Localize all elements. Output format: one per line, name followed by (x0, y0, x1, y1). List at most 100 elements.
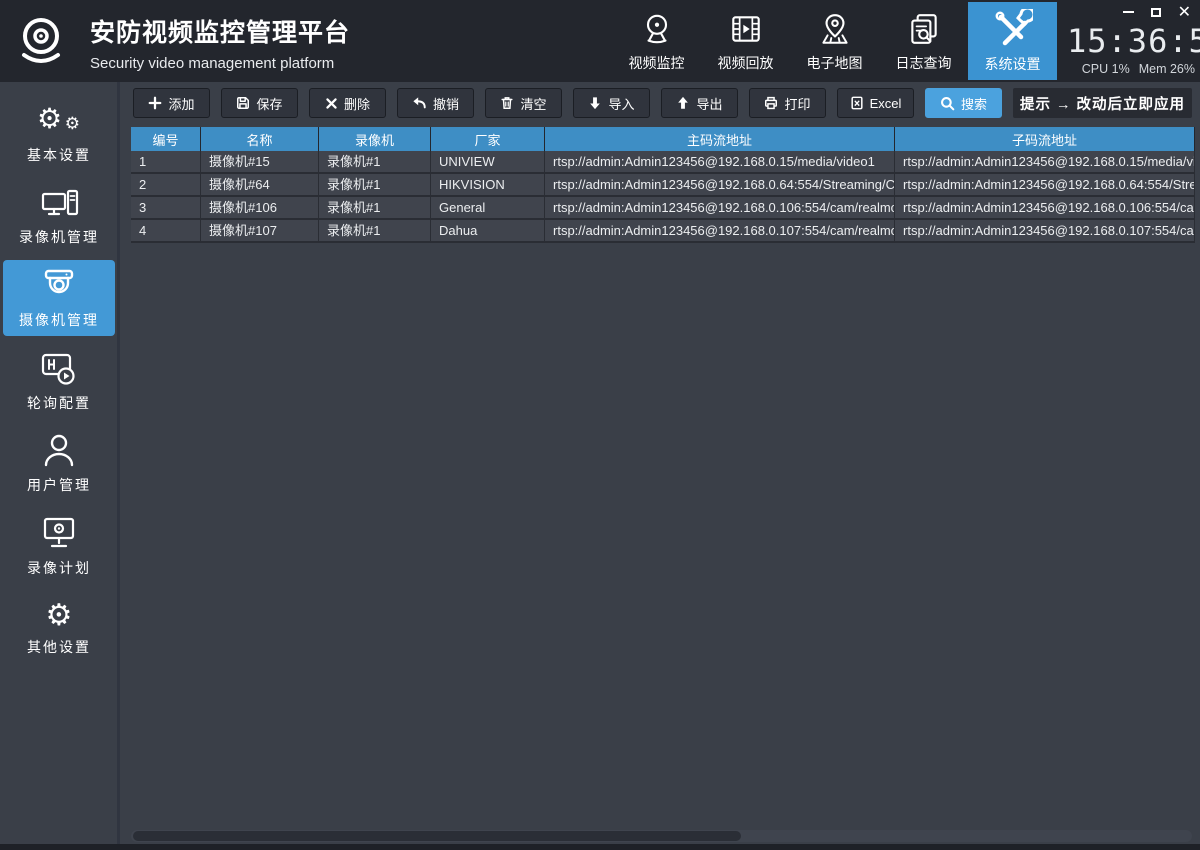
tools-icon (993, 9, 1033, 49)
cell-sub-stream[interactable]: rtsp://admin:Admin123456@192.168.0.107:5… (895, 220, 1195, 241)
page-title: 安防视频监控管理平台 (90, 13, 350, 49)
sidebar: ⚙⚙ 基本设置 录像机管理 摄像机管理 (0, 82, 120, 844)
cell-name[interactable]: 摄像机#15 (201, 151, 319, 172)
cell-id[interactable]: 4 (131, 220, 201, 241)
sidebar-item-user-management[interactable]: 用户管理 (3, 425, 115, 501)
print-icon (764, 96, 778, 110)
sidebar-item-label: 录像机管理 (19, 227, 99, 247)
sidebar-item-camera-management[interactable]: 摄像机管理 (3, 260, 115, 336)
cell-recorder[interactable]: 录像机#1 (319, 197, 431, 218)
print-button[interactable]: 打印 (749, 88, 826, 118)
apply-hint: 提示 → 改动后立即应用 (1013, 88, 1192, 118)
sidebar-item-record-plan[interactable]: 录像计划 (3, 508, 115, 584)
recorder-icon (38, 186, 80, 222)
main-content: 添加 保存 删除 撤销 清空 导入 (123, 82, 1200, 844)
excel-icon (850, 96, 864, 110)
col-header-sub-stream: 子码流地址 (895, 127, 1195, 151)
table-header-row: 编号 名称 录像机 厂家 主码流地址 子码流地址 (131, 127, 1195, 151)
minimize-icon[interactable] (1123, 11, 1134, 13)
nav-item-log-query[interactable]: 日志查询 (879, 2, 968, 80)
cell-main-stream[interactable]: rtsp://admin:Admin123456@192.168.0.106:5… (545, 197, 895, 218)
scrollbar-thumb[interactable] (133, 831, 741, 841)
cell-vendor[interactable]: HIKVISION (431, 174, 545, 195)
nav-item-video-monitor[interactable]: 视频监控 (612, 2, 701, 80)
export-button[interactable]: 导出 (661, 88, 738, 118)
search-icon (940, 96, 955, 111)
cpu-usage: CPU 1% (1082, 62, 1130, 76)
cell-id[interactable]: 2 (131, 174, 201, 195)
cell-name[interactable]: 摄像机#64 (201, 174, 319, 195)
window-bottom-border (0, 844, 1200, 850)
digital-clock: 15:36:58 (1067, 22, 1195, 60)
cell-vendor[interactable]: General (431, 197, 545, 218)
cell-id[interactable]: 1 (131, 151, 201, 172)
nav-item-label: 视频监控 (629, 53, 685, 73)
nav-item-label: 视频回放 (718, 53, 774, 73)
cell-recorder[interactable]: 录像机#1 (319, 151, 431, 172)
import-icon (588, 96, 602, 110)
resource-stats: CPU 1% Mem 26% (1067, 62, 1195, 76)
cell-sub-stream[interactable]: rtsp://admin:Admin123456@192.168.0.64:55… (895, 174, 1195, 195)
sidebar-item-label: 录像计划 (27, 558, 91, 578)
horizontal-scrollbar[interactable] (131, 830, 1192, 842)
sidebar-item-label: 摄像机管理 (19, 310, 99, 330)
hd-play-icon (38, 350, 80, 388)
playback-icon (728, 10, 764, 48)
cell-sub-stream[interactable]: rtsp://admin:Admin123456@192.168.0.15/me… (895, 151, 1195, 172)
app-header: 安防视频监控管理平台 Security video management pla… (0, 0, 1200, 82)
cell-recorder[interactable]: 录像机#1 (319, 220, 431, 241)
window-controls: ✕ (1067, 5, 1191, 19)
top-navigation: 视频监控 视频回放 电子地图 (612, 2, 1057, 80)
user-icon (39, 432, 79, 470)
import-button[interactable]: 导入 (573, 88, 650, 118)
page-subtitle: Security video management platform (90, 55, 350, 72)
nav-item-e-map[interactable]: 电子地图 (790, 2, 879, 80)
cell-id[interactable]: 3 (131, 197, 201, 218)
cell-main-stream[interactable]: rtsp://admin:Admin123456@192.168.0.15/me… (545, 151, 895, 172)
table-row[interactable]: 3 摄像机#106 录像机#1 General rtsp://admin:Adm… (131, 197, 1195, 220)
cell-vendor[interactable]: UNIVIEW (431, 151, 545, 172)
sidebar-item-basic-settings[interactable]: ⚙⚙ 基本设置 (3, 96, 115, 172)
delete-icon (325, 97, 338, 110)
sidebar-item-recorder-management[interactable]: 录像机管理 (3, 178, 115, 254)
cell-recorder[interactable]: 录像机#1 (319, 174, 431, 195)
col-header-name: 名称 (201, 127, 319, 151)
close-icon[interactable]: ✕ (1178, 6, 1191, 18)
export-icon (676, 96, 690, 110)
table-row[interactable]: 2 摄像机#64 录像机#1 HIKVISION rtsp://admin:Ad… (131, 174, 1195, 197)
save-button[interactable]: 保存 (221, 88, 298, 118)
search-button[interactable]: 搜索 (925, 88, 1002, 118)
mem-usage: Mem 26% (1139, 62, 1195, 76)
toolbar: 添加 保存 删除 撤销 清空 导入 (133, 88, 1192, 118)
cell-main-stream[interactable]: rtsp://admin:Admin123456@192.168.0.64:55… (545, 174, 895, 195)
table-row[interactable]: 4 摄像机#107 录像机#1 Dahua rtsp://admin:Admin… (131, 220, 1195, 243)
save-icon (236, 96, 250, 110)
excel-button[interactable]: Excel (837, 88, 914, 118)
table-row[interactable]: 1 摄像机#15 录像机#1 UNIVIEW rtsp://admin:Admi… (131, 151, 1195, 174)
clear-button[interactable]: 清空 (485, 88, 562, 118)
plus-icon (148, 96, 162, 110)
add-button[interactable]: 添加 (133, 88, 210, 118)
col-header-main-stream: 主码流地址 (545, 127, 895, 151)
cell-name[interactable]: 摄像机#107 (201, 220, 319, 241)
record-plan-icon (38, 515, 80, 553)
camera-table: 编号 名称 录像机 厂家 主码流地址 子码流地址 1 摄像机#15 录像机#1 … (131, 127, 1195, 243)
cell-name[interactable]: 摄像机#106 (201, 197, 319, 218)
undo-button[interactable]: 撤销 (397, 88, 474, 118)
cell-vendor[interactable]: Dahua (431, 220, 545, 241)
nav-item-system-settings[interactable]: 系统设置 (968, 2, 1057, 80)
cell-main-stream[interactable]: rtsp://admin:Admin123456@192.168.0.107:5… (545, 220, 895, 241)
app-logo-icon (13, 13, 69, 69)
maximize-icon[interactable] (1151, 8, 1161, 17)
cell-sub-stream[interactable]: rtsp://admin:Admin123456@192.168.0.106:5… (895, 197, 1195, 218)
nav-item-video-playback[interactable]: 视频回放 (701, 2, 790, 80)
sidebar-item-other-settings[interactable]: ⚙ 其他设置 (3, 590, 115, 666)
undo-icon (412, 96, 427, 110)
webcam-icon (639, 10, 675, 48)
delete-button[interactable]: 删除 (309, 88, 386, 118)
sidebar-item-polling-config[interactable]: 轮询配置 (3, 343, 115, 419)
map-icon (817, 10, 853, 48)
sidebar-item-label: 其他设置 (27, 637, 91, 657)
trash-icon (500, 96, 514, 110)
nav-item-label: 电子地图 (807, 53, 863, 73)
